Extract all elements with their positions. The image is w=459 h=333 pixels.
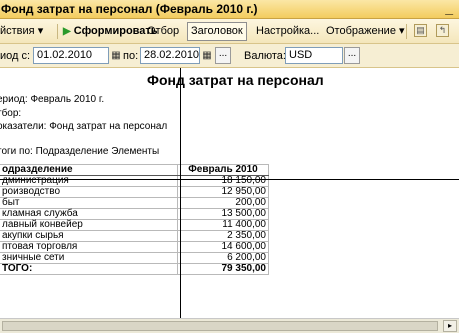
calendar-icon[interactable]: ▦ (201, 49, 213, 62)
row-name: зничные сети (0, 252, 178, 264)
period-from-label: иод с: (0, 50, 31, 62)
row-value: 14 600,00 (177, 241, 269, 253)
table-row[interactable]: кламная служба 13 500,00 (0, 208, 269, 220)
toolbar: йствия ▾ ▶ Сформировать Отбор Заголовок … (0, 19, 459, 44)
table-row[interactable]: птовая торговля 14 600,00 (0, 241, 269, 253)
generate-label: Сформировать (73, 25, 158, 37)
display-label: Отображение (326, 25, 396, 37)
header-toggle-button[interactable]: Заголовок (187, 22, 247, 41)
toolbar-separator (406, 24, 407, 39)
horizontal-scrollbar[interactable]: ▸ (0, 318, 459, 333)
date-to-field[interactable]: 28.02.2010 (140, 47, 200, 64)
copy-icon[interactable]: ▤ (414, 24, 427, 37)
row-name: лавный конвейер (0, 219, 178, 231)
date-from-field[interactable]: 01.02.2010 (33, 47, 109, 64)
minimize-button[interactable]: _ (445, 0, 453, 16)
report-filter: тбор: (0, 108, 22, 119)
generate-button[interactable]: ▶ Сформировать (63, 23, 158, 40)
table-row[interactable]: роизводство 12 950,00 (0, 186, 269, 198)
row-value: 18 150,00 (177, 175, 269, 187)
row-name: быт (0, 197, 178, 209)
row-value: 13 500,00 (177, 208, 269, 220)
scroll-right-icon[interactable]: ▸ (443, 320, 457, 332)
report-indicators: оказатели: Фонд затрат на персонал (0, 121, 168, 132)
row-value: 2 350,00 (177, 230, 269, 242)
table-header-row: одразделение Февраль 2010 (0, 164, 269, 176)
total-label: ТОГО: (0, 263, 178, 275)
redo-icon[interactable]: ↰ (436, 24, 449, 37)
table-row[interactable]: зничные сети 6 200,00 (0, 252, 269, 264)
actions-label: йствия (0, 25, 35, 37)
row-name: кламная служба (0, 208, 178, 220)
period-to-label: по: (123, 50, 139, 62)
fixed-column-divider (180, 68, 181, 318)
table-row[interactable]: дминистрация 18 150,00 (0, 175, 269, 187)
settings-button[interactable]: Настройка... (256, 23, 319, 40)
row-name: дминистрация (0, 175, 178, 187)
report-title: Фонд затрат на персонал (147, 72, 324, 88)
window-title: Фонд затрат на персонал (Февраль 2010 г.… (1, 2, 258, 16)
total-value: 79 350,00 (177, 263, 269, 275)
table-row[interactable]: быт 200,00 (0, 197, 269, 209)
row-value: 6 200,00 (177, 252, 269, 264)
row-value: 200,00 (177, 197, 269, 209)
row-name: акупки сырья (0, 230, 178, 242)
column-header-month: Февраль 2010 (177, 164, 269, 176)
title-bar: Фонд затрат на персонал (Февраль 2010 г.… (0, 0, 459, 19)
report-period: ериод: Февраль 2010 г. (0, 94, 105, 105)
toolbar-separator (57, 24, 58, 39)
row-value: 12 950,00 (177, 186, 269, 198)
row-name: птовая торговля (0, 241, 178, 253)
fixed-header-divider (0, 179, 459, 180)
report-totals-by: тоги по: Подразделение Элементы (0, 146, 160, 157)
currency-select-button[interactable]: ... (344, 47, 360, 64)
currency-label: Валюта: (244, 50, 286, 62)
column-header-department: одразделение (0, 164, 178, 176)
row-value: 11 400,00 (177, 219, 269, 231)
report-table: одразделение Февраль 2010 дминистрация 1… (0, 164, 269, 275)
scrollbar-thumb[interactable] (2, 321, 438, 331)
table-row[interactable]: акупки сырья 2 350,00 (0, 230, 269, 242)
actions-menu[interactable]: йствия ▾ (0, 23, 43, 40)
report-sheet: Фонд затрат на персонал ериод: Февраль 2… (0, 68, 459, 318)
period-bar: иод с: 01.02.2010 ▦ по: 28.02.2010 ▦ ...… (0, 44, 459, 68)
play-icon: ▶ (63, 26, 71, 37)
table-row[interactable]: лавный конвейер 11 400,00 (0, 219, 269, 231)
period-select-button[interactable]: ... (215, 47, 231, 64)
table-total-row[interactable]: ТОГО: 79 350,00 (0, 263, 269, 275)
display-menu[interactable]: Отображение ▾ (326, 23, 405, 40)
calendar-icon[interactable]: ▦ (110, 49, 122, 62)
currency-field[interactable]: USD (285, 47, 343, 64)
selection-button[interactable]: Отбор (147, 23, 179, 40)
row-name: роизводство (0, 186, 178, 198)
chevron-down-icon: ▾ (37, 25, 44, 37)
chevron-down-icon: ▾ (399, 25, 405, 37)
